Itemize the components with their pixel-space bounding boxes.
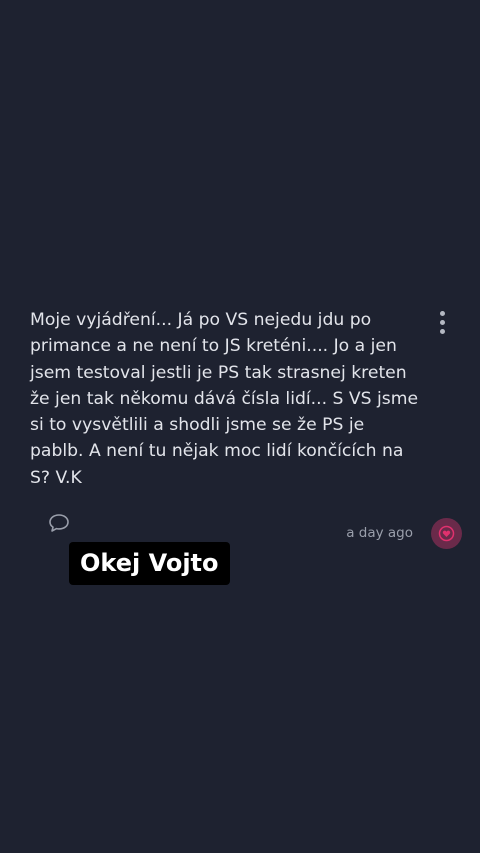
post-timestamp: a day ago bbox=[346, 525, 413, 541]
caption-overlay: Okej Vojto bbox=[69, 542, 230, 585]
heart-icon bbox=[438, 525, 455, 542]
like-button[interactable] bbox=[431, 518, 462, 549]
speech-bubble-icon bbox=[49, 514, 69, 532]
post-card: Moje vyjádření... Já po VS nejedu jdu po… bbox=[0, 0, 480, 853]
more-options-icon bbox=[439, 310, 445, 316]
more-options-icon-dot bbox=[439, 328, 445, 334]
comment-button[interactable] bbox=[47, 512, 71, 534]
post-text: Moje vyjádření... Já po VS nejedu jdu po… bbox=[30, 310, 419, 488]
more-options-icon-dot bbox=[439, 319, 445, 325]
more-options-button[interactable] bbox=[428, 306, 456, 338]
